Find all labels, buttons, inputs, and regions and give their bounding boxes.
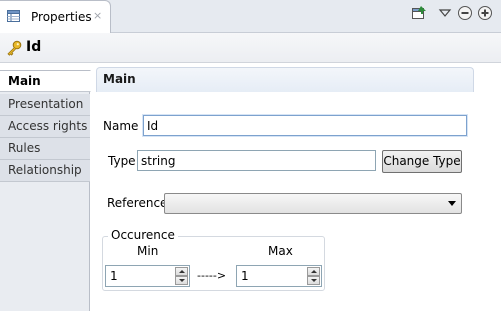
max-spinner[interactable]: 1 (236, 265, 322, 287)
property-tab-list: Main Presentation Access rights Rules Re… (0, 70, 91, 311)
tab-relationship[interactable]: Relationship (0, 160, 90, 182)
key-icon (7, 40, 22, 56)
pin-to-selection-icon[interactable] (411, 5, 427, 21)
name-field[interactable] (143, 115, 467, 136)
tab-access-rights[interactable]: Access rights (0, 116, 90, 138)
properties-table-icon (7, 10, 20, 22)
name-label: Name (103, 119, 139, 133)
tab-label: Presentation (8, 97, 84, 111)
occurence-legend: Occurence (108, 228, 178, 242)
decrement-arrow-icon[interactable] (175, 276, 188, 285)
change-type-button[interactable]: Change Type (382, 150, 462, 173)
tab-label: Rules (8, 141, 41, 155)
tab-main[interactable]: Main (0, 70, 91, 92)
range-arrow: -----> (197, 269, 227, 282)
view-tab-bar: Properties × (0, 0, 501, 33)
tab-label: Relationship (8, 163, 82, 177)
min-spinner[interactable]: 1 (105, 265, 190, 287)
minimize-icon[interactable] (457, 5, 473, 21)
properties-title-bar: Id (0, 33, 501, 63)
tab-rules[interactable]: Rules (0, 138, 90, 160)
min-value: 1 (110, 269, 118, 283)
increment-arrow-icon[interactable] (175, 267, 188, 276)
section-header: Main (96, 67, 474, 92)
type-label: Type (108, 154, 136, 168)
view-tab-label: Properties (31, 10, 92, 24)
max-label: Max (268, 244, 293, 258)
close-icon[interactable]: × (93, 9, 102, 22)
section-title: Main (103, 72, 136, 86)
min-label: Min (137, 244, 159, 258)
reference-label: Reference (107, 196, 168, 210)
decrement-arrow-icon[interactable] (307, 276, 320, 285)
reference-dropdown[interactable] (164, 193, 462, 214)
dropdown-arrow-icon (448, 201, 456, 206)
view-menu-icon[interactable] (437, 5, 453, 21)
tab-label: Access rights (8, 119, 88, 133)
tab-presentation[interactable]: Presentation (0, 94, 90, 116)
tab-label: Main (8, 74, 41, 88)
type-field[interactable] (137, 150, 376, 171)
page-title: Id (26, 39, 42, 55)
max-value: 1 (241, 269, 249, 283)
increment-arrow-icon[interactable] (307, 267, 320, 276)
properties-view-tab[interactable]: Properties × (0, 0, 111, 33)
maximize-icon[interactable] (477, 5, 493, 21)
